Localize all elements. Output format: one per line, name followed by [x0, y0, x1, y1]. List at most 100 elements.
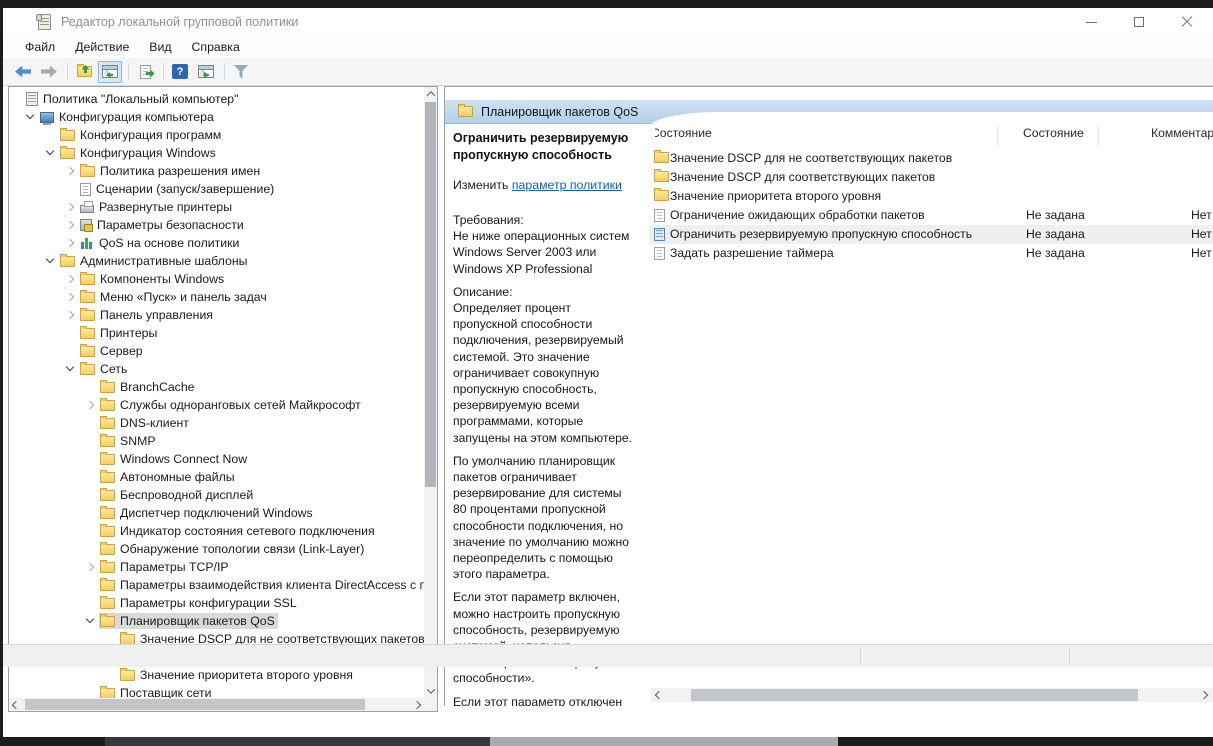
- tree-item[interactable]: Сервер: [9, 342, 424, 360]
- expander-collapsed-icon[interactable]: [63, 288, 79, 306]
- tree-item[interactable]: Индикатор состояния сетевого подключения: [9, 522, 424, 540]
- scroll-left-button[interactable]: [651, 688, 666, 702]
- tree-item-label: Автономные файлы: [120, 470, 235, 484]
- column-separator[interactable]: [997, 126, 998, 146]
- tree-item[interactable]: Сценарии (запуск/завершение): [9, 180, 424, 198]
- export-list-button[interactable]: [133, 61, 157, 83]
- column-separator[interactable]: [1098, 126, 1099, 146]
- expander-expanded-icon[interactable]: [23, 108, 39, 126]
- tree-item[interactable]: Политика "Локальный компьютер": [9, 90, 424, 108]
- tree-item[interactable]: QoS на основе политики: [9, 234, 424, 252]
- forward-button[interactable]: [37, 61, 61, 83]
- expander-collapsed-icon[interactable]: [63, 162, 79, 180]
- expander-collapsed-icon[interactable]: [83, 558, 99, 576]
- tree-item[interactable]: Сеть: [9, 360, 424, 378]
- tree-item[interactable]: Службы одноранговых сетей Майкрософт: [9, 396, 424, 414]
- scroll-down-button[interactable]: [424, 684, 437, 698]
- tree-item-content: Конфигурация Windows: [59, 145, 219, 161]
- settings-list-row[interactable]: Задать разрешение таймераНе заданаНет: [649, 244, 1213, 263]
- tree-item[interactable]: Обнаружение топологии связи (Link-Layer): [9, 540, 424, 558]
- tree-item[interactable]: Компоненты Windows: [9, 270, 424, 288]
- tree-item[interactable]: Административные шаблоны: [9, 252, 424, 270]
- up-one-level-button[interactable]: [72, 61, 96, 83]
- expander-collapsed-icon[interactable]: [63, 216, 79, 234]
- expander-expanded-icon[interactable]: [63, 360, 79, 378]
- folder-icon: [458, 106, 473, 117]
- column-header-name[interactable]: Состояние: [651, 126, 712, 140]
- expander-collapsed-icon[interactable]: [63, 234, 79, 252]
- settings-list-row[interactable]: Ограничить резервируемую пропускную спос…: [649, 225, 1213, 244]
- scroll-right-button[interactable]: [410, 698, 424, 711]
- tree-item[interactable]: Параметры безопасности: [9, 216, 424, 234]
- expander-expanded-icon[interactable]: [43, 144, 59, 162]
- tree-item-label: Конфигурация компьютера: [59, 110, 214, 124]
- folder-icon: [80, 328, 95, 339]
- menu-item[interactable]: Действие: [65, 37, 139, 57]
- tree-item[interactable]: Автономные файлы: [9, 468, 424, 486]
- tree-vertical-scrollbar[interactable]: [424, 87, 437, 698]
- tree-item[interactable]: Конфигурация программ: [9, 126, 424, 144]
- tree-item[interactable]: Меню «Пуск» и панель задач: [9, 288, 424, 306]
- list-horizontal-scrollbar[interactable]: [651, 688, 1213, 702]
- scroll-right-button[interactable]: [1196, 688, 1211, 702]
- computer-icon: [40, 112, 54, 123]
- expander-spacer: [83, 414, 99, 432]
- menu-item[interactable]: Справка: [182, 37, 250, 57]
- tree-item[interactable]: Панель управления: [9, 306, 424, 324]
- tree-item[interactable]: DNS-клиент: [9, 414, 424, 432]
- folder-icon: [100, 472, 115, 483]
- scroll-left-button[interactable]: [9, 698, 23, 711]
- tree-item-content: Принтеры: [79, 325, 160, 341]
- column-header-comment[interactable]: Комментарий: [1151, 126, 1213, 140]
- tree-item[interactable]: Параметры TCP/IP: [9, 558, 424, 576]
- menu-item[interactable]: Вид: [139, 37, 181, 57]
- console-tree-toggle-button[interactable]: [98, 61, 122, 83]
- tree-item[interactable]: Windows Connect Now: [9, 450, 424, 468]
- console-tree-icon: [102, 65, 118, 78]
- tree-item[interactable]: Параметры конфигурации SSL: [9, 594, 424, 612]
- tree-item[interactable]: Значение приоритета второго уровня: [9, 666, 424, 684]
- tree-item-content: Компоненты Windows: [79, 271, 227, 287]
- scroll-up-button[interactable]: [424, 87, 437, 101]
- folder-icon: [100, 616, 115, 627]
- scrollbar-thumb[interactable]: [691, 689, 1138, 701]
- folder-icon: [100, 508, 115, 519]
- tree-item[interactable]: SNMP: [9, 432, 424, 450]
- setting-comment: Нет: [1191, 208, 1212, 222]
- expander-collapsed-icon[interactable]: [63, 270, 79, 288]
- scrollbar-thumb[interactable]: [425, 102, 436, 487]
- tree-item[interactable]: Конфигурация Windows: [9, 144, 424, 162]
- expander-expanded-icon[interactable]: [83, 612, 99, 630]
- filter-button[interactable]: [229, 61, 253, 83]
- scrollbar-thumb[interactable]: [25, 699, 365, 710]
- maximize-button[interactable]: [1116, 8, 1162, 36]
- action-pane-toggle-button[interactable]: [194, 61, 218, 83]
- settings-list-row[interactable]: Значение DSCP для соответствующих пакето…: [649, 168, 1213, 187]
- minimize-button[interactable]: [1068, 8, 1114, 36]
- close-button[interactable]: [1164, 8, 1210, 36]
- tree-item[interactable]: Развернутые принтеры: [9, 198, 424, 216]
- tree-item[interactable]: Принтеры: [9, 324, 424, 342]
- tree-item[interactable]: Диспетчер подключений Windows: [9, 504, 424, 522]
- settings-list-row[interactable]: Значение DSCP для не соответствующих пак…: [649, 149, 1213, 168]
- tree-item[interactable]: Конфигурация компьютера: [9, 108, 424, 126]
- settings-list-row[interactable]: Значение приоритета второго уровня: [649, 187, 1213, 206]
- tree-horizontal-scrollbar[interactable]: [9, 698, 424, 711]
- tree-item[interactable]: BranchCache: [9, 378, 424, 396]
- expander-collapsed-icon[interactable]: [83, 396, 99, 414]
- settings-list-row[interactable]: Ограничение ожидающих обработки пакетовН…: [649, 206, 1213, 225]
- back-button[interactable]: [11, 61, 35, 83]
- expander-expanded-icon[interactable]: [43, 252, 59, 270]
- tree-item[interactable]: Поставщик сети: [9, 684, 424, 698]
- tree-item[interactable]: Параметры взаимодействия клиента DirectA…: [9, 576, 424, 594]
- expander-collapsed-icon[interactable]: [63, 306, 79, 324]
- toolbar: [3, 58, 1213, 86]
- menu-item[interactable]: Файл: [15, 37, 65, 57]
- tree-item[interactable]: Беспроводной дисплей: [9, 486, 424, 504]
- tree-item[interactable]: Планировщик пакетов QoS: [9, 612, 424, 630]
- help-button[interactable]: [168, 61, 192, 83]
- policy-setting-link[interactable]: параметр политики: [512, 178, 622, 192]
- expander-collapsed-icon[interactable]: [63, 198, 79, 216]
- column-header-state[interactable]: Состояние: [1023, 126, 1084, 140]
- tree-item[interactable]: Политика разрешения имен: [9, 162, 424, 180]
